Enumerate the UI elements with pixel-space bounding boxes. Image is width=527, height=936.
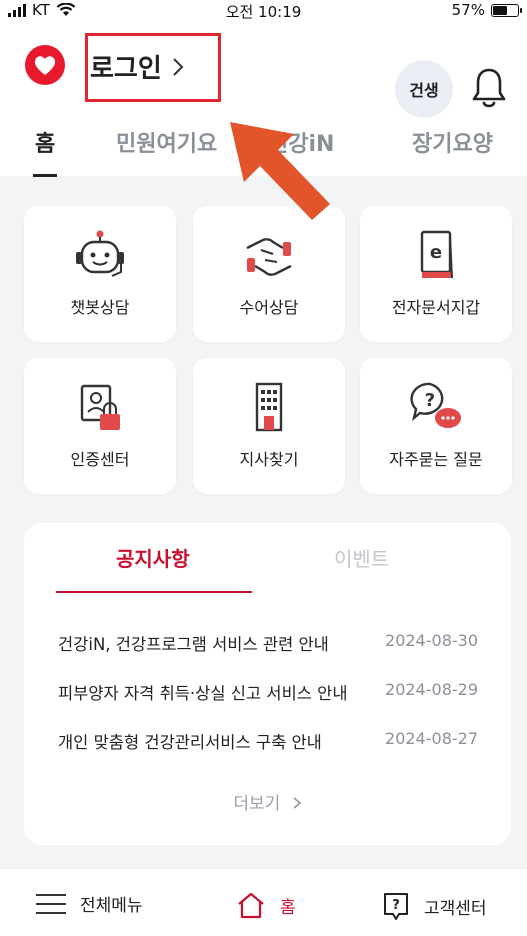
notice-date: 2024-08-27 <box>385 729 478 748</box>
service-label: 자주묻는 질문 <box>389 450 483 469</box>
nav-customer-center[interactable]: ? 고객센터 <box>382 891 487 921</box>
service-certification-center[interactable]: 인증센터 <box>24 358 176 494</box>
status-time: 오전 10:19 <box>225 3 302 21</box>
service-sign-language[interactable]: 수어상담 <box>193 206 345 342</box>
notice-row[interactable]: 건강iN, 건강프로그램 서비스 관련 안내 2024-08-30 <box>58 631 478 661</box>
tab-notices[interactable]: 공지사항 <box>116 543 190 572</box>
annotation-arrow-icon <box>230 122 330 220</box>
service-label: 수어상담 <box>239 298 299 317</box>
service-label: 전자문서지갑 <box>391 298 481 317</box>
app-logo-heart-icon[interactable] <box>24 44 66 86</box>
nav-menu-label: 전체메뉴 <box>80 896 143 916</box>
nav-menu[interactable]: 전체메뉴 <box>36 891 143 916</box>
home-icon <box>238 892 264 919</box>
e-document-wallet-icon: e <box>420 230 453 279</box>
svg-text:e: e <box>430 242 442 263</box>
battery-percent: 57% <box>451 1 485 19</box>
bottom-nav: 전체메뉴 홈 ? 고객센터 <box>0 868 527 936</box>
faq-speech-icon: ? <box>410 382 461 428</box>
notice-card: 공지사항 이벤트 건강iN, 건강프로그램 서비스 관련 안내 2024-08-… <box>24 523 511 845</box>
notice-title: 피부양자 자격 취득·상실 신고 서비스 안내 <box>58 684 348 703</box>
active-tab-indicator <box>33 174 57 177</box>
avatar-button[interactable]: 건생 <box>395 60 453 118</box>
service-label: 지사찾기 <box>239 450 299 469</box>
nav-customer-center-label: 고객센터 <box>424 898 487 919</box>
bell-icon[interactable] <box>470 66 508 110</box>
notice-date: 2024-08-30 <box>385 631 478 650</box>
chatbot-icon <box>76 230 124 277</box>
status-right: 57% <box>451 1 522 19</box>
battery-icon <box>491 3 522 17</box>
tab-civil-service[interactable]: 민원여기요 <box>116 126 217 158</box>
sign-language-icon <box>246 238 292 276</box>
status-bar: KT 오전 10:19 57% <box>0 0 527 22</box>
service-faq[interactable]: ? 자주묻는 질문 <box>360 358 512 494</box>
nav-home[interactable]: 홈 <box>236 891 296 919</box>
login-highlight-box <box>85 33 221 102</box>
service-branch-finder[interactable]: 지사찾기 <box>193 358 345 494</box>
hamburger-menu-icon <box>36 893 66 915</box>
building-icon <box>255 382 283 432</box>
notice-tab-indicator <box>56 591 252 593</box>
notice-row[interactable]: 피부양자 자격 취득·상실 신고 서비스 안내 2024-08-29 <box>58 680 478 710</box>
more-link[interactable]: 더보기 <box>24 789 511 814</box>
app-header: 로그인 건생 <box>0 22 527 122</box>
service-chatbot[interactable]: 챗봇상담 <box>24 206 176 342</box>
tab-events[interactable]: 이벤트 <box>334 543 389 572</box>
service-label: 인증센터 <box>70 450 130 469</box>
service-e-document-wallet[interactable]: e 전자문서지갑 <box>360 206 512 342</box>
notice-title: 개인 맞춤형 건강관리서비스 구축 안내 <box>58 733 322 752</box>
svg-text:?: ? <box>425 390 435 411</box>
certificate-lock-icon <box>80 384 120 430</box>
more-label: 더보기 <box>233 794 281 814</box>
tab-home[interactable]: 홈 <box>35 126 55 158</box>
tab-long-term-care[interactable]: 장기요양 <box>412 126 493 158</box>
help-chat-icon: ? <box>384 893 408 920</box>
svg-text:?: ? <box>392 898 400 913</box>
nav-home-label: 홈 <box>280 897 296 918</box>
service-label: 챗봇상담 <box>70 298 130 317</box>
chevron-right-icon <box>293 797 302 809</box>
notice-row[interactable]: 개인 맞춤형 건강관리서비스 구축 안내 2024-08-27 <box>58 729 478 759</box>
notice-date: 2024-08-29 <box>385 680 478 699</box>
notice-title: 건강iN, 건강프로그램 서비스 관련 안내 <box>58 635 329 654</box>
